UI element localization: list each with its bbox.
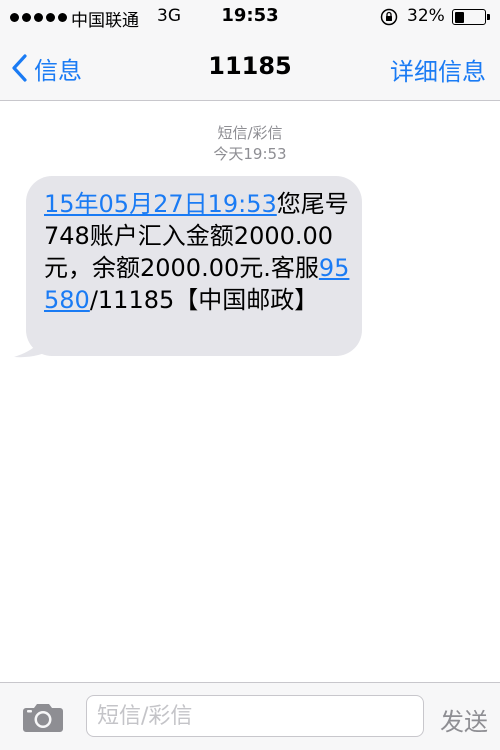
battery-percent: 32% bbox=[407, 6, 445, 26]
messages-screen: 中国联通 3G 19:53 32% 信息 11185 详细信息 短信/彩信 今天… bbox=[0, 0, 500, 750]
camera-icon[interactable] bbox=[22, 701, 64, 733]
message-timestamp: 今天19:53 bbox=[213, 145, 287, 163]
details-button[interactable]: 详细信息 bbox=[390, 52, 486, 87]
message-type-label: 短信/彩信 bbox=[217, 124, 283, 142]
battery-fill bbox=[454, 11, 464, 23]
composer-bar: 发送 bbox=[0, 682, 500, 750]
battery-icon bbox=[452, 9, 486, 25]
message-body-2: /11185【中国邮政】 bbox=[89, 286, 319, 314]
battery-tip bbox=[487, 14, 490, 20]
message-bubble[interactable]: 15年05月27日19:53您尾号748账户汇入金额2000.00元，余额200… bbox=[26, 176, 362, 356]
orientation-lock-icon bbox=[380, 8, 398, 26]
status-bar: 中国联通 3G 19:53 32% bbox=[0, 0, 500, 36]
message-text: 15年05月27日19:53您尾号748账户汇入金额2000.00元，余额200… bbox=[44, 188, 350, 316]
message-input[interactable] bbox=[86, 695, 424, 737]
date-link[interactable]: 15年05月27日19:53 bbox=[44, 190, 277, 218]
send-button[interactable]: 发送 bbox=[440, 702, 488, 737]
navigation-bar: 信息 11185 详细信息 bbox=[0, 36, 500, 101]
